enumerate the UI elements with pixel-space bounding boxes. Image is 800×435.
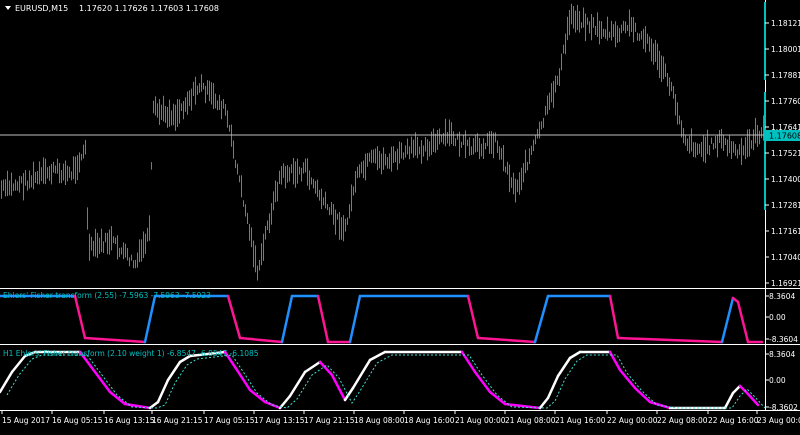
time-label: 22 Aug 16:00 [708,416,759,425]
price-axis[interactable]: 1.181211.180011.178811.177601.176411.175… [764,0,800,410]
time-label: 17 Aug 13:15 [254,416,305,425]
indicator1-title: Ehlers' Fisher transform (2.55) -7.5963 … [3,291,211,300]
indicator-label: 0.00 [769,376,786,385]
time-label: 18 Aug 16:00 [404,416,455,425]
h1-fisher-segment [546,374,560,400]
main-price-pane[interactable]: EURUSD,M15 1.17620 1.17626 1.17603 1.176… [0,0,765,288]
time-axis[interactable]: 15 Aug 2017 16 Aug 05:15 16 Aug 13:1516 Au… [0,410,800,425]
price-label: 1.17881 [771,71,800,80]
price-label: 1.18121 [771,19,800,28]
price-label: 1.17281 [771,201,800,210]
indicator-label: 8.3604 [769,350,795,359]
time-label: 15 Aug 2017 [2,416,50,425]
fisher-segment [143,294,157,344]
h1-fisher-segment [731,384,742,395]
symbol-label: EURUSD,M15 [15,4,68,13]
h1-fisher-segment [156,378,170,404]
price-label: 1.17400 [771,175,800,184]
h1-fisher-segment [368,350,387,362]
time-label: 16 Aug 13:15 [104,416,155,425]
fisher-segment [608,294,620,340]
price-label: 1.16921 [771,279,800,288]
price-label: 1.18001 [771,45,800,54]
indicator-label: 0.00 [769,313,786,322]
fisher-segment [720,296,735,344]
time-label: 17 Aug 05:15 [204,416,255,425]
h1-fisher-segment [351,358,372,390]
fisher-segment [83,336,147,344]
fisher-segment [316,294,330,344]
time-label: 17 Aug 21:15 [304,416,355,425]
fisher-segment [73,294,87,340]
main-pane-bg [0,0,765,288]
chart-window[interactable]: EURUSD,M15 1.17620 1.17626 1.17603 1.176… [0,0,800,431]
current-price-value: 1.17608 [769,132,800,141]
h1-fisher-segment [556,356,572,378]
time-label: 21 Aug 16:00 [555,416,606,425]
h1-fisher-segment [618,368,637,390]
price-label: 1.17161 [771,227,800,236]
time-label: 22 Aug 08:00 [657,416,708,425]
time-label: 21 Aug 00:00 [455,416,506,425]
indicator-label: -8.3604 [769,335,798,344]
h1-fisher-segment [488,390,507,406]
fisher-segment [466,294,480,340]
time-label: 22 Aug 00:00 [607,416,658,425]
ohlc-values: 1.17620 1.17626 1.17603 1.17608 [79,4,219,13]
h1-fisher-segment [10,354,27,374]
time-label: 21 Aug 08:00 [505,416,556,425]
fisher-segment [476,336,537,344]
fisher-segment [533,294,550,344]
h1-fisher-segment [538,396,550,410]
price-label: 1.17040 [771,253,800,262]
h1-fisher-transform-line [0,350,766,410]
fisher-segment [280,294,294,344]
h1-fisher-segment [648,400,672,410]
h1-fisher-segment [303,360,322,374]
h1-fisher-segment [473,370,492,394]
h1-fisher-segment [723,391,735,410]
h1-fisher-segment [248,388,267,404]
indicator-label: 8.3604 [769,292,795,301]
h1-fisher-segment [148,400,160,410]
price-label: 1.17760 [771,97,800,106]
h1-fisher-segment [108,390,127,406]
fisher-segment [616,336,724,344]
h1-fisher-segment [633,386,652,404]
time-label: 16 Aug 21:15 [152,416,203,425]
h1-fisher-segment [568,350,582,360]
fisher-segment [736,300,750,344]
fisher-segment [238,336,284,344]
h1-fisher-segment [288,370,307,398]
h1-fisher-segment [0,370,14,394]
indicator2-title: H1 Ehlers' Fisher transform (2.10 weight… [3,349,259,358]
fisher-transform-line [0,294,764,344]
fisher-segment [348,294,362,344]
indicator-pane-2[interactable]: H1 Ehlers' Fisher transform (2.10 weight… [0,349,798,412]
price-label: 1.17521 [771,149,800,158]
time-label: 23 Aug 00:00 [757,416,800,425]
h1-fisher-segment [738,384,750,396]
h1-fisher-segment [330,373,347,402]
h1-fisher-segment [343,386,355,402]
fisher-segment [226,294,242,340]
time-label: 18 Aug 08:00 [354,416,405,425]
time-label: 16 Aug 05:15 [52,416,103,425]
indicator-pane-1[interactable]: Ehlers' Fisher transform (2.55) -7.5963 … [0,291,798,344]
